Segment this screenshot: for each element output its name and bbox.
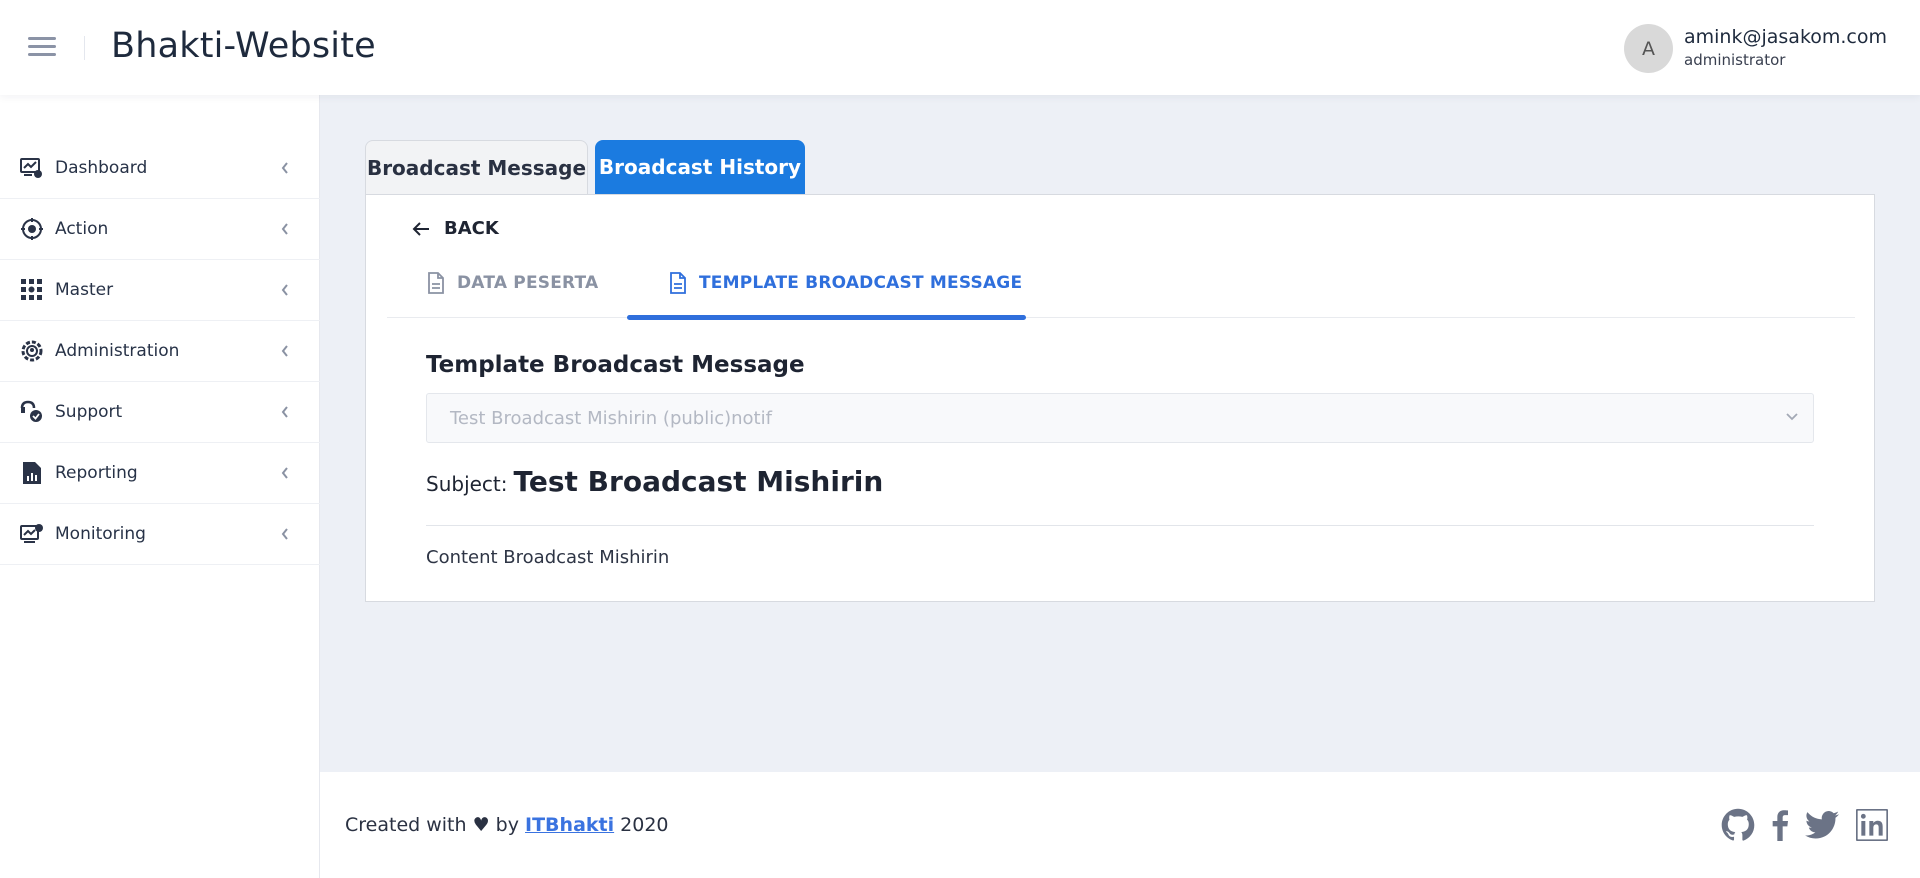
avatar[interactable]: A	[1624, 24, 1673, 73]
subtab-data-peserta[interactable]: DATA PESERTA	[427, 272, 598, 294]
footer-year: 2020	[614, 814, 669, 836]
template-select[interactable]: Test Broadcast Mishirin (public)notif	[426, 393, 1814, 443]
sidebar-item-label: Monitoring	[55, 524, 146, 544]
footer-by: by	[489, 814, 526, 836]
report-icon	[20, 461, 44, 485]
content-text: Content Broadcast Mishirin	[426, 547, 670, 568]
sidebar-item-label: Support	[55, 402, 123, 422]
footer-credit: Created with ♥ by ITBhakti 2020	[345, 814, 669, 836]
sidebar-item-label: Administration	[55, 341, 180, 361]
content-divider	[426, 525, 1814, 526]
document-icon	[428, 272, 444, 294]
sidebar: Dashboard Action Master Administration S…	[0, 95, 320, 878]
master-grid-icon	[20, 278, 44, 302]
subject-line: Subject: Test Broadcast Mishirin	[426, 465, 883, 498]
sidebar-item-label: Dashboard	[55, 158, 148, 178]
subject-value: Test Broadcast Mishirin	[513, 465, 884, 498]
itbhakti-link[interactable]: ITBhakti	[525, 814, 614, 836]
support-icon	[20, 400, 44, 424]
chevron-left-icon	[281, 467, 288, 479]
chevron-down-icon	[1786, 413, 1798, 421]
section-title: Template Broadcast Message	[426, 352, 805, 378]
github-icon[interactable]	[1721, 808, 1755, 842]
sidebar-item-label: Reporting	[55, 463, 138, 483]
dashboard-icon	[20, 156, 44, 180]
sidebar-item-support[interactable]: Support	[0, 382, 320, 443]
gear-icon	[20, 339, 44, 363]
select-value: Test Broadcast Mishirin (public)notif	[450, 408, 772, 429]
chevron-left-icon	[281, 528, 288, 540]
chevron-left-icon	[281, 406, 288, 418]
sidebar-item-administration[interactable]: Administration	[0, 321, 320, 382]
back-label: BACK	[444, 218, 499, 239]
top-header: Bhakti-Website A amink@jasakom.com admin…	[0, 0, 1920, 95]
subtab-label: TEMPLATE BROADCAST MESSAGE	[699, 273, 1023, 293]
facebook-icon[interactable]	[1763, 808, 1797, 842]
chevron-left-icon	[281, 345, 288, 357]
footer: Created with ♥ by ITBhakti 2020	[320, 772, 1920, 878]
footer-prefix: Created with	[345, 814, 473, 836]
subtabs-divider	[387, 317, 1855, 318]
twitter-icon[interactable]	[1805, 808, 1839, 842]
document-icon	[670, 272, 686, 294]
subtab-template-broadcast[interactable]: TEMPLATE BROADCAST MESSAGE	[669, 272, 1022, 294]
sidebar-item-master[interactable]: Master	[0, 260, 320, 321]
hamburger-menu-icon[interactable]	[28, 37, 56, 59]
back-button[interactable]: BACK	[412, 218, 499, 239]
user-role: administrator	[1684, 51, 1786, 69]
heart-icon: ♥	[472, 814, 490, 836]
sidebar-item-action[interactable]: Action	[0, 199, 320, 260]
linkedin-icon[interactable]	[1855, 808, 1889, 842]
sidebar-item-label: Master	[55, 280, 114, 300]
header-divider	[84, 36, 85, 60]
chevron-left-icon	[281, 284, 288, 296]
sidebar-item-label: Action	[55, 219, 109, 239]
action-icon	[20, 217, 44, 241]
app-title: Bhakti-Website	[111, 26, 376, 66]
sidebar-item-reporting[interactable]: Reporting	[0, 443, 320, 504]
sidebar-item-monitoring[interactable]: Monitoring	[0, 504, 320, 565]
subtab-label: DATA PESERTA	[457, 273, 599, 293]
active-subtab-indicator	[627, 315, 1026, 320]
subject-label: Subject:	[426, 472, 508, 496]
sidebar-item-dashboard[interactable]: Dashboard	[0, 138, 320, 199]
user-email[interactable]: amink@jasakom.com	[1684, 26, 1887, 48]
chevron-left-icon	[281, 223, 288, 235]
tab-broadcast-message[interactable]: Broadcast Message	[365, 140, 588, 194]
arrow-left-icon	[412, 221, 429, 236]
tab-broadcast-history[interactable]: Broadcast History	[595, 140, 805, 194]
chevron-left-icon	[281, 162, 288, 174]
monitoring-icon	[20, 522, 44, 546]
